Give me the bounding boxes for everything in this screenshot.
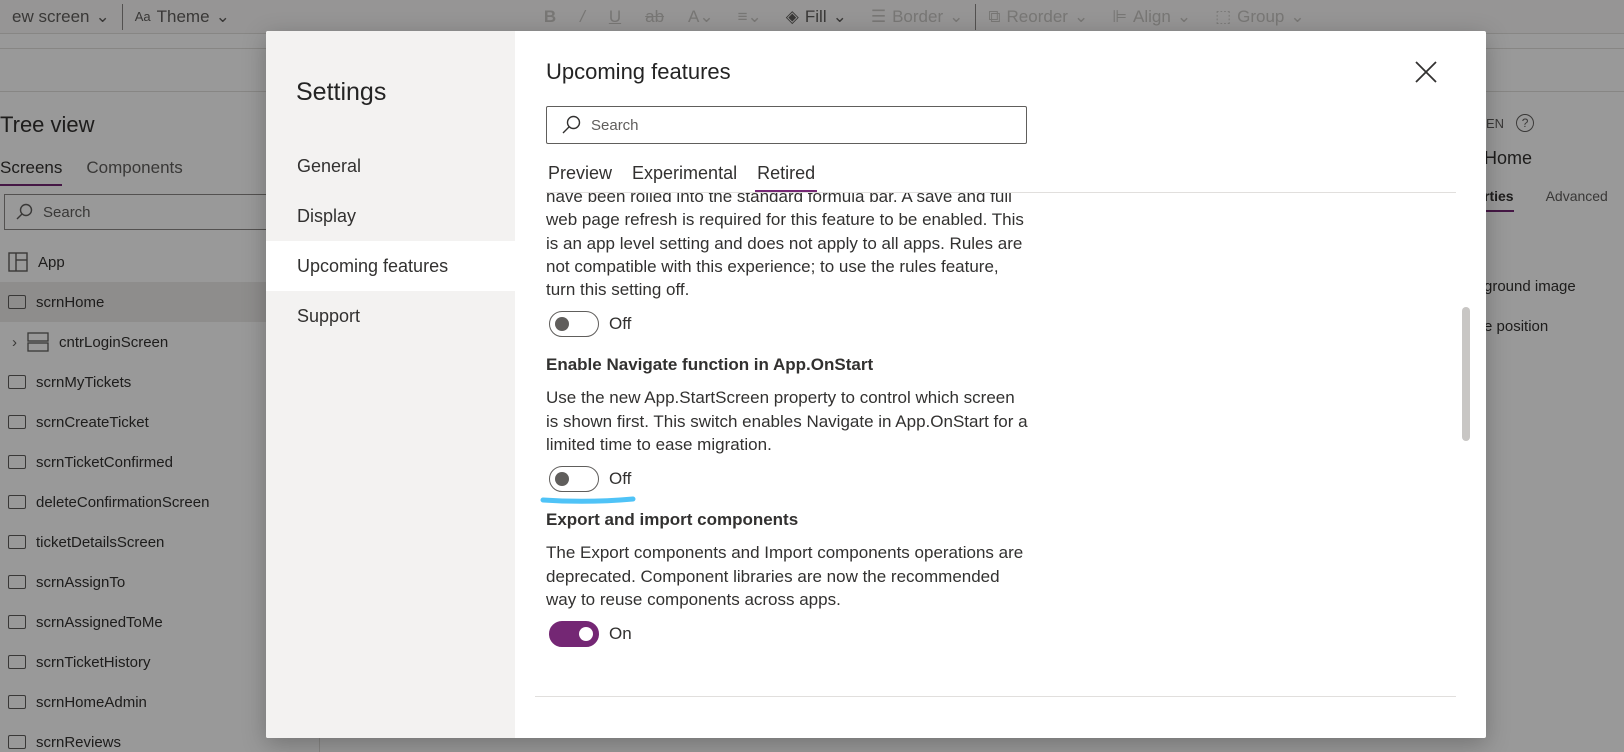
features-list: have been rolled into the standard formu… (540, 193, 1031, 648)
footer-divider (535, 696, 1456, 697)
enable-navigate-toggle[interactable] (549, 466, 599, 493)
nav-item-display[interactable]: Display (266, 191, 515, 241)
toggle-knob (555, 471, 569, 486)
toggle-state-label: Off (609, 469, 632, 489)
settings-title: Settings (296, 78, 387, 106)
highlight-annotation (540, 496, 636, 505)
feature-tabs: Preview Experimental Retired (546, 163, 818, 193)
page-title: Upcoming features (546, 59, 731, 84)
tab-experimental[interactable]: Experimental (630, 163, 739, 193)
toggle-state-label: Off (609, 314, 632, 334)
feature-item: have been rolled into the standard formu… (546, 193, 1031, 338)
toggle-state-label: On (609, 624, 632, 644)
toggle-knob (555, 316, 569, 331)
settings-main: Upcoming features Preview Experimental R… (515, 31, 1486, 738)
feature-toggle-row: Off (546, 311, 1031, 338)
settings-dialog: Settings General Display Upcoming featur… (266, 31, 1486, 738)
feature-toggle-row: On (546, 621, 1031, 648)
search-icon (562, 115, 581, 134)
feature-description: have been rolled into the standard formu… (546, 193, 1024, 300)
feature-title: Export and import components (546, 510, 799, 530)
close-icon[interactable] (1411, 57, 1441, 87)
tab-preview[interactable]: Preview (546, 163, 614, 193)
feature-toggle[interactable] (549, 311, 599, 338)
settings-nav-list: General Display Upcoming features Suppor… (266, 141, 515, 341)
nav-item-general[interactable]: General (266, 141, 515, 191)
feature-toggle-row: Off (540, 466, 1031, 505)
tab-retired[interactable]: Retired (755, 163, 818, 193)
nav-item-upcoming-features[interactable]: Upcoming features (266, 241, 515, 291)
features-scroll-region[interactable]: have been rolled into the standard formu… (515, 193, 1455, 727)
feature-description: The Export components and Import compone… (546, 543, 1024, 609)
export-import-toggle[interactable] (549, 621, 599, 648)
nav-item-support[interactable]: Support (266, 291, 515, 341)
feature-item: Export and import components The Export … (546, 510, 1031, 648)
toggle-knob (579, 626, 593, 641)
feature-description: Use the new App.StartScreen property to … (546, 388, 1028, 455)
feature-item: Enable Navigate function in App.OnStart … (540, 355, 1031, 505)
features-search (546, 106, 1027, 144)
search-input[interactable] (591, 116, 1011, 134)
scrollbar-thumb[interactable] (1462, 307, 1470, 441)
settings-nav: Settings General Display Upcoming featur… (266, 31, 515, 738)
feature-title: Enable Navigate function in App.OnStart (546, 355, 874, 375)
